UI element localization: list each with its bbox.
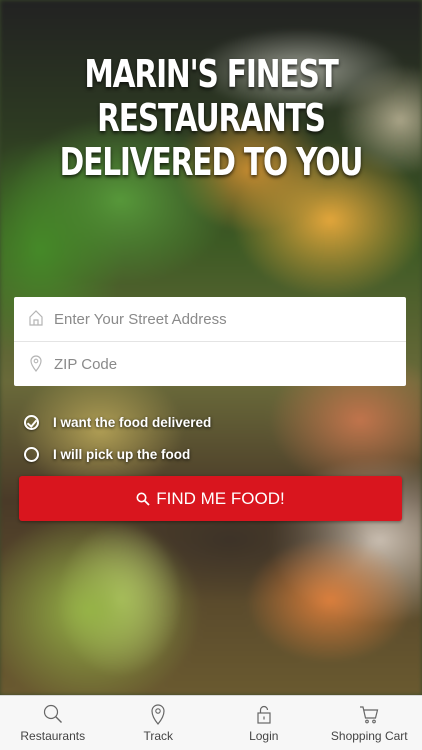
find-me-food-button[interactable]: FIND ME FOOD! bbox=[19, 476, 402, 521]
location-pin-icon bbox=[28, 354, 44, 372]
tab-track[interactable]: Track bbox=[106, 696, 212, 750]
delivery-options: I want the food delivered I will pick up… bbox=[24, 411, 211, 475]
option-delivery[interactable]: I want the food delivered bbox=[24, 411, 211, 433]
radio-unchecked-icon[interactable] bbox=[24, 446, 39, 462]
search-icon bbox=[43, 704, 62, 723]
tab-login[interactable]: Login bbox=[211, 696, 317, 750]
search-icon bbox=[136, 492, 150, 506]
zip-code-input[interactable] bbox=[54, 355, 394, 373]
zip-code-field[interactable] bbox=[14, 341, 406, 386]
option-pickup[interactable]: I will pick up the food bbox=[24, 443, 211, 465]
radio-checked-icon[interactable] bbox=[24, 414, 39, 430]
cart-icon bbox=[360, 706, 379, 724]
tab-login-label: Login bbox=[249, 729, 279, 743]
bottom-tab-bar: Restaurants Track Login Shopping Cart bbox=[0, 695, 422, 750]
tab-restaurants-label: Restaurants bbox=[20, 729, 86, 743]
street-address-field[interactable] bbox=[14, 297, 406, 341]
option-delivery-label: I want the food delivered bbox=[53, 414, 212, 430]
lock-icon bbox=[257, 705, 271, 724]
tab-shopping-cart-label: Shopping Cart bbox=[330, 729, 408, 743]
find-me-food-label: FIND ME FOOD! bbox=[156, 488, 285, 508]
tab-shopping-cart[interactable]: Shopping Cart bbox=[317, 696, 422, 750]
home-icon bbox=[28, 309, 44, 327]
option-pickup-label: I will pick up the food bbox=[53, 446, 191, 462]
address-form bbox=[14, 297, 406, 386]
location-pin-icon bbox=[151, 704, 165, 725]
street-address-input[interactable] bbox=[54, 310, 394, 328]
tab-restaurants[interactable]: Restaurants bbox=[0, 696, 106, 750]
hero-headline: MARIN'S FINEST RESTAURANTS DELIVERED TO … bbox=[59, 52, 364, 184]
tab-track-label: Track bbox=[143, 729, 174, 743]
